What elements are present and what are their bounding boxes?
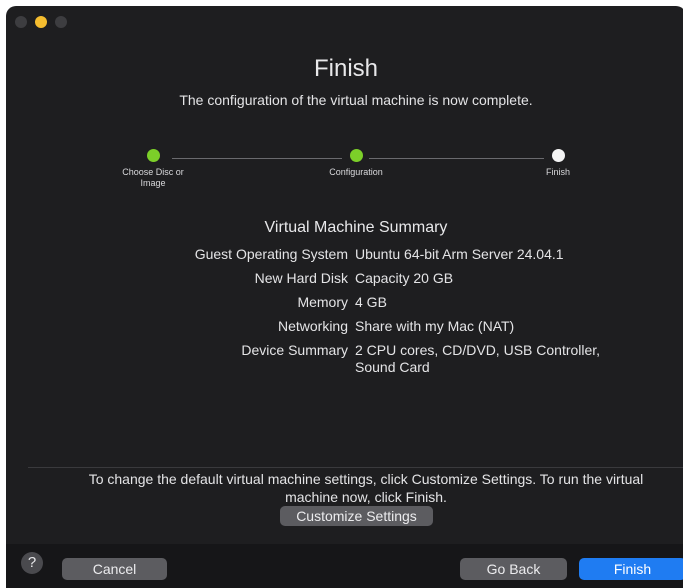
footer-divider xyxy=(28,467,683,468)
summary-value: Capacity 20 GB xyxy=(355,270,454,286)
step-connector xyxy=(172,158,342,159)
finish-button[interactable]: Finish xyxy=(579,558,683,580)
summary-label: Networking xyxy=(277,318,348,334)
summary-label: Device Summary xyxy=(241,342,348,358)
go-back-button[interactable]: Go Back xyxy=(460,558,567,580)
step-label-finish: Finish xyxy=(545,167,570,177)
step-label-configuration: Configuration xyxy=(329,167,383,177)
help-button[interactable]: ? xyxy=(21,552,43,574)
summary-label: Guest Operating System xyxy=(194,246,348,262)
minimize-window-button[interactable] xyxy=(35,16,47,28)
summary-title: Virtual Machine Summary xyxy=(264,219,448,236)
step-label-choose-disc: Choose Disc or Image xyxy=(122,167,184,188)
step-indicator-finish xyxy=(552,149,565,162)
page-subtitle: The configuration of the virtual machine… xyxy=(179,92,533,108)
cancel-button[interactable]: Cancel xyxy=(62,558,167,580)
page-title: Finish xyxy=(313,55,379,82)
zoom-window-button[interactable] xyxy=(55,16,67,28)
summary-label: Memory xyxy=(297,294,348,310)
footer-instructions: To change the default virtual machine se… xyxy=(88,471,644,505)
close-window-button[interactable] xyxy=(15,16,27,28)
summary-value: Ubuntu 64-bit Arm Server 24.04.1 xyxy=(355,246,564,262)
summary-value: 2 CPU cores, CD/DVD, USB Controller, Sou… xyxy=(355,342,601,375)
step-indicator-choose-disc xyxy=(147,149,160,162)
step-indicator-configuration xyxy=(350,149,363,162)
customize-settings-button[interactable]: Customize Settings xyxy=(280,506,433,526)
summary-label: New Hard Disk xyxy=(254,270,348,286)
summary-value: 4 GB xyxy=(355,294,387,310)
finish-dialog-window: Finish The configuration of the virtual … xyxy=(6,6,683,588)
step-connector xyxy=(369,158,544,159)
summary-value: Share with my Mac (NAT) xyxy=(355,318,515,334)
